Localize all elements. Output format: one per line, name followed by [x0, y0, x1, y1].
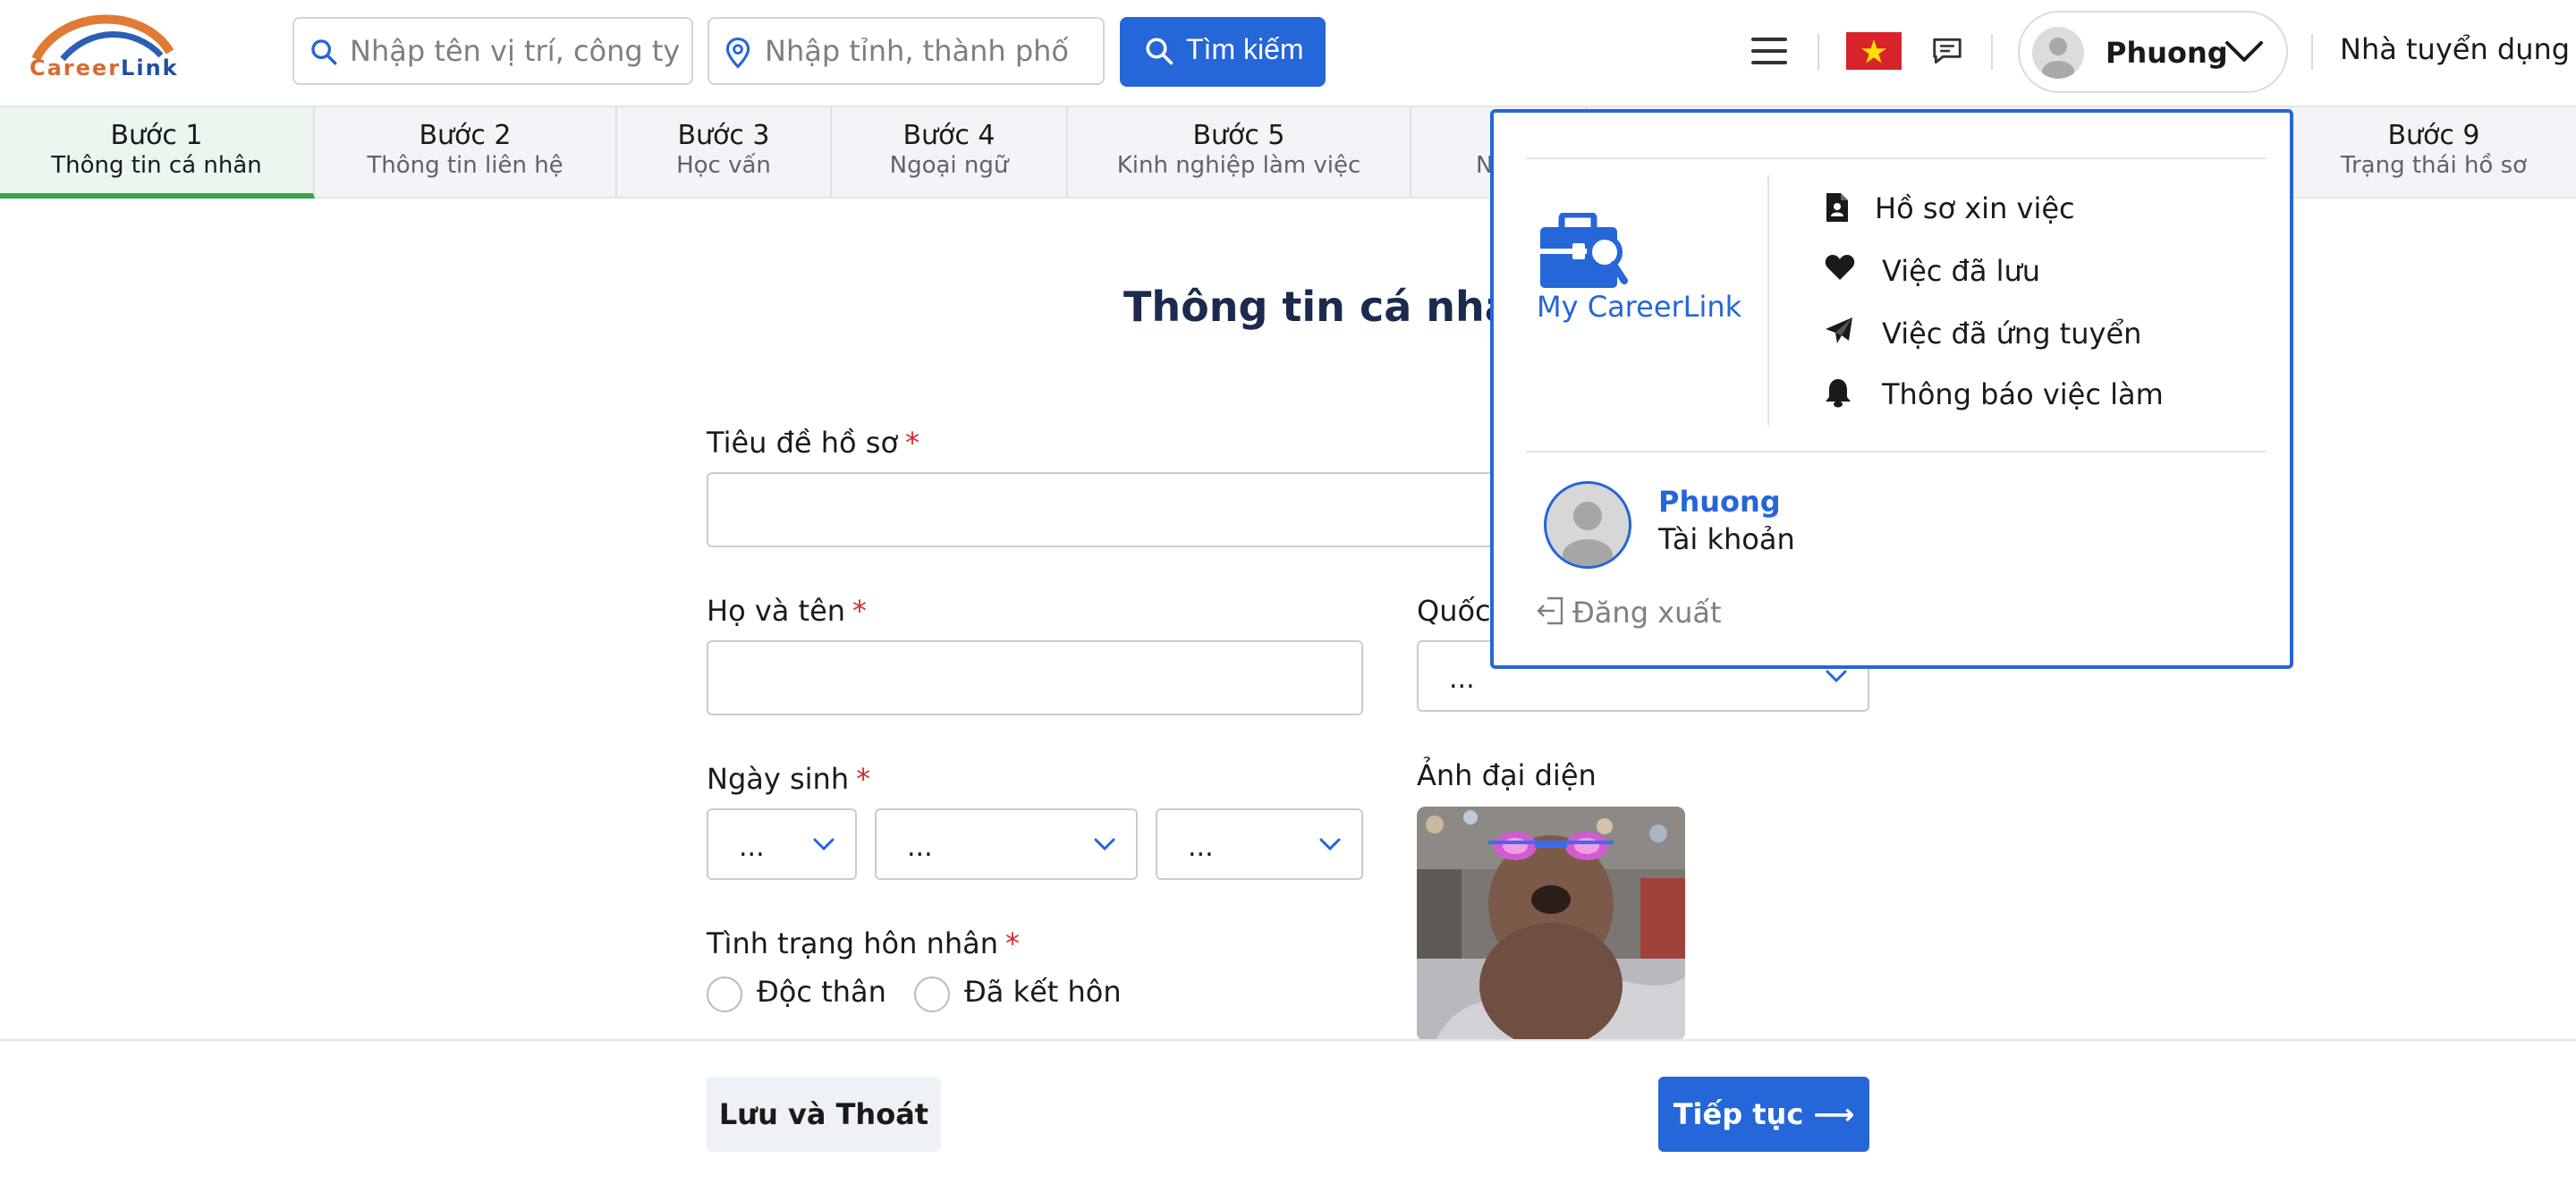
user-account-toggle[interactable]: Phuong [2018, 11, 2288, 93]
select-value: ... [739, 832, 765, 863]
nationality-label: Quốc [1417, 594, 1491, 628]
employer-link[interactable]: Nhà tuyển dụng [2340, 32, 2570, 66]
divider [1526, 451, 2267, 452]
full-name-label: Họ và tên * [707, 594, 868, 628]
step-label: Thông tin cá nhân [51, 152, 262, 179]
logout-label: Đăng xuất [1572, 596, 1722, 630]
dob-day-select[interactable]: ... [707, 808, 857, 880]
dob-label: Ngày sinh * [707, 762, 871, 796]
divider [1526, 157, 2267, 159]
step-5[interactable]: Bước 5 Kinh nghiệp làm việc [1068, 107, 1411, 199]
step-9[interactable]: Bước 9 Trạng thái hồ sơ [2290, 107, 2576, 199]
search-icon [1143, 35, 1175, 67]
step-1[interactable]: Bước 1 Thông tin cá nhân [0, 107, 315, 199]
profile-photo[interactable] [1417, 807, 1685, 1041]
step-number: Bước 3 [677, 120, 770, 151]
chevron-down-icon [812, 837, 835, 851]
step-2[interactable]: Bước 2 Thông tin liên hệ [315, 107, 617, 199]
step-number: Bước 5 [1192, 120, 1285, 151]
step-label: Ngoại ngữ [889, 152, 1009, 179]
location-search-field[interactable] [708, 17, 1105, 85]
search-button-label: Tìm kiếm [1186, 33, 1304, 65]
marital-married-radio[interactable] [914, 977, 950, 1012]
user-name: Phuong [2106, 36, 2228, 70]
resume-title-label: Tiêu đề hồ sơ * [707, 426, 920, 460]
my-careerlink-briefcase-icon[interactable] [1538, 213, 1628, 292]
account-name[interactable]: Phuong [1658, 485, 1781, 519]
required-mark: * [856, 762, 871, 796]
step-number: Bước 9 [2387, 120, 2480, 151]
chevron-down-icon [1318, 837, 1342, 851]
step-label: Học vấn [676, 152, 771, 179]
marital-status-label: Tình trạng hôn nhân * [707, 926, 1021, 960]
step-4[interactable]: Bước 4 Ngoại ngữ [832, 107, 1068, 199]
message-icon[interactable] [1930, 34, 1964, 68]
top-header: CareerLink Tìm kiếm Phuong [0, 0, 2576, 104]
marital-single-label[interactable]: Độc thân [757, 975, 886, 1009]
avatar [2032, 27, 2084, 79]
step-number: Bước 1 [110, 120, 203, 151]
search-icon [309, 37, 339, 67]
menu-item-label: Việc đã ứng tuyển [1882, 317, 2142, 351]
menu-item-label: Thông báo việc làm [1882, 377, 2164, 411]
header-divider [1818, 34, 1819, 70]
avatar-label: Ảnh đại diện [1417, 758, 1597, 792]
menu-item-label: Hồ sơ xin việc [1875, 191, 2075, 225]
vertical-divider [1767, 175, 1769, 426]
header-divider [2311, 34, 2313, 70]
full-name-input[interactable] [707, 640, 1363, 715]
account-link[interactable]: Tài khoản [1658, 522, 1795, 556]
paper-plane-icon [1825, 317, 1853, 345]
chevron-down-icon [1093, 837, 1116, 851]
location-pin-icon [724, 37, 752, 69]
chevron-down-icon [1825, 669, 1848, 683]
hamburger-menu-icon[interactable] [1750, 36, 1789, 66]
chevron-down-icon [2224, 39, 2265, 64]
step-3[interactable]: Bước 3 Học vấn [617, 107, 832, 199]
logout-icon [1537, 596, 1565, 626]
dob-year-select[interactable]: ... [1156, 808, 1363, 880]
dob-month-select[interactable]: ... [875, 808, 1138, 880]
logo-text: CareerLink [30, 55, 179, 80]
careerlink-logo[interactable]: CareerLink [27, 13, 182, 88]
vietnam-flag-icon[interactable] [1846, 32, 1902, 70]
header-divider [1991, 34, 1993, 70]
required-mark: * [852, 594, 868, 628]
step-label: Thông tin liên hệ [367, 152, 564, 179]
avatar[interactable] [1544, 481, 1631, 569]
select-value: ... [1449, 664, 1475, 695]
file-user-icon [1825, 191, 1850, 224]
required-mark: * [905, 426, 920, 460]
marital-married-label[interactable]: Đã kết hôn [964, 975, 1122, 1009]
heart-icon [1825, 254, 1855, 281]
step-label: Trạng thái hồ sơ [2340, 152, 2528, 179]
location-search-input[interactable] [765, 30, 1089, 72]
select-value: ... [1188, 832, 1214, 863]
search-button[interactable]: Tìm kiếm [1120, 17, 1326, 87]
menu-item-label: Việc đã lưu [1882, 254, 2041, 288]
my-careerlink-label[interactable]: My CareerLink [1537, 290, 1741, 324]
bell-icon [1825, 377, 1852, 408]
keyword-search-field[interactable] [292, 17, 693, 85]
page-title: Thông tin cá nhân [1123, 283, 1542, 331]
select-value: ... [907, 832, 933, 863]
required-mark: * [1005, 926, 1021, 960]
keyword-search-input[interactable] [350, 30, 679, 72]
user-dropdown-menu: My CareerLink Hồ sơ xin việc Việc đã lưu… [1490, 109, 2293, 669]
step-number: Bước 2 [419, 120, 512, 151]
save-exit-button[interactable]: Lưu và Thoát [707, 1077, 941, 1152]
step-number: Bước 4 [902, 120, 996, 151]
step-label: Kinh nghiệp làm việc [1116, 152, 1361, 179]
marital-single-radio[interactable] [707, 977, 742, 1012]
form-footer: Lưu và Thoát Tiếp tục ⟶ [0, 1039, 2576, 1184]
continue-button[interactable]: Tiếp tục ⟶ [1658, 1077, 1869, 1152]
